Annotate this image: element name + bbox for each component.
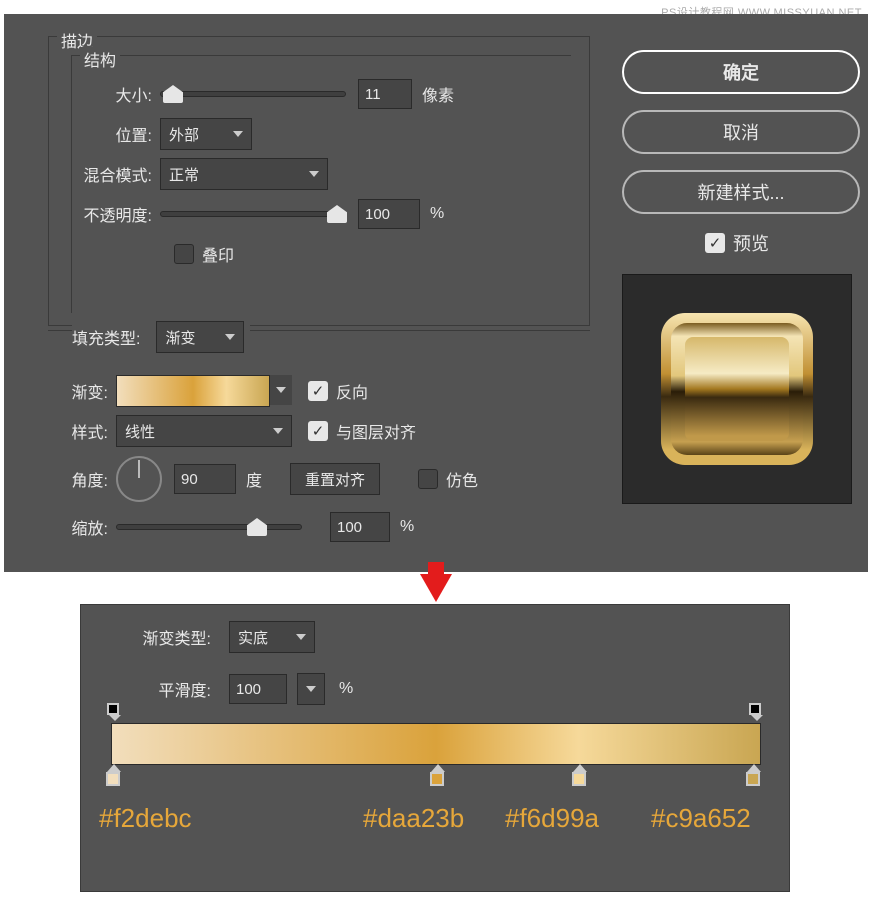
smoothness-dropdown[interactable] [297, 673, 325, 705]
blend-value: 正常 [169, 164, 199, 185]
gradtype-label: 渐变类型: [103, 625, 219, 649]
position-label: 位置: [72, 122, 160, 146]
chevron-down-icon [225, 334, 235, 340]
arrow-down-icon [420, 574, 452, 602]
style-label: 样式: [54, 419, 116, 443]
color-stop[interactable] [430, 764, 446, 786]
angle-unit: 度 [246, 467, 262, 491]
preview-thumbnail [622, 274, 852, 504]
size-label: 大小: [72, 82, 160, 106]
dither-label: 仿色 [446, 467, 486, 491]
gradtype-select[interactable]: 实底 [229, 621, 315, 653]
overprint-label: 叠印 [202, 242, 242, 266]
gradient-editor-panel: 渐变类型: 实底 平滑度: % #f2debc #daa23b #f6d99a … [80, 604, 790, 892]
angle-dial[interactable] [116, 456, 162, 502]
smoothness-label: 平滑度: [103, 677, 219, 701]
opacity-input[interactable] [358, 199, 420, 229]
style-value: 线性 [125, 421, 155, 442]
structure-fieldset: 结构 大小: 像素 位置: 外部 混合模式: 正常 [71, 55, 571, 313]
slider-thumb-icon[interactable] [163, 85, 183, 103]
layer-style-panel: 描边 结构 大小: 像素 位置: 外部 混合模式: [4, 14, 868, 572]
stroke-fieldset: 描边 结构 大小: 像素 位置: 外部 混合模式: [48, 36, 590, 326]
preview-label: 预览 [733, 230, 777, 256]
gradient-bar[interactable] [111, 723, 761, 765]
color-stop[interactable] [106, 764, 122, 786]
chevron-down-icon [306, 686, 316, 692]
blend-label: 混合模式: [72, 162, 160, 186]
align-checkbox[interactable]: ✓ [308, 421, 328, 441]
overprint-checkbox[interactable] [174, 244, 194, 264]
align-label: 与图层对齐 [336, 419, 424, 443]
chevron-down-icon [296, 634, 306, 640]
reset-align-button[interactable]: 重置对齐 [290, 463, 380, 495]
blend-select[interactable]: 正常 [160, 158, 328, 190]
hex-label-2: #daa23b [363, 803, 464, 834]
filltype-value: 渐变 [165, 327, 195, 348]
scale-label: 缩放: [54, 515, 116, 539]
filltype-label: 填充类型: [72, 325, 148, 349]
right-column: 确定 取消 新建样式... ✓ 预览 [622, 50, 860, 504]
slider-thumb-icon[interactable] [247, 518, 267, 536]
cancel-button[interactable]: 取消 [622, 110, 860, 154]
angle-input[interactable] [174, 464, 236, 494]
chevron-down-icon [233, 131, 243, 137]
opacity-unit: % [430, 205, 444, 223]
scale-unit: % [400, 518, 414, 536]
hex-label-3: #f6d99a [505, 803, 599, 834]
chevron-down-icon [273, 428, 283, 434]
angle-label: 角度: [54, 467, 116, 491]
size-slider[interactable] [160, 91, 346, 97]
slider-thumb-icon[interactable] [327, 205, 347, 223]
color-stop[interactable] [572, 764, 588, 786]
chevron-down-icon [309, 171, 319, 177]
hex-label-1: #f2debc [99, 803, 192, 834]
dither-checkbox[interactable] [418, 469, 438, 489]
reverse-checkbox[interactable]: ✓ [308, 381, 328, 401]
gradient-swatch[interactable] [116, 375, 292, 407]
smoothness-input[interactable] [229, 674, 287, 704]
opacity-slider[interactable] [160, 211, 346, 217]
chevron-down-icon [276, 387, 286, 393]
fill-fieldset: 填充类型: 渐变 渐变: ✓ 反向 样式: 线性 ✓ 与图层对齐 [48, 330, 590, 578]
reverse-label: 反向 [336, 379, 376, 403]
preview-checkbox[interactable]: ✓ [705, 233, 725, 253]
position-select[interactable]: 外部 [160, 118, 252, 150]
smoothness-unit: % [339, 680, 353, 698]
style-select[interactable]: 线性 [116, 415, 292, 447]
gradient-label: 渐变: [54, 379, 116, 403]
color-stop[interactable] [746, 764, 762, 786]
position-value: 外部 [169, 124, 199, 145]
new-style-button[interactable]: 新建样式... [622, 170, 860, 214]
scale-slider[interactable] [116, 524, 302, 530]
filltype-select[interactable]: 渐变 [156, 321, 244, 353]
structure-title: 结构 [80, 47, 120, 71]
scale-input[interactable] [330, 512, 390, 542]
ok-button[interactable]: 确定 [622, 50, 860, 94]
size-input[interactable] [358, 79, 412, 109]
opacity-label: 不透明度: [72, 202, 160, 226]
gradtype-value: 实底 [238, 627, 268, 648]
size-unit: 像素 [422, 82, 454, 106]
hex-label-4: #c9a652 [651, 803, 751, 834]
opacity-stop[interactable] [749, 703, 765, 719]
opacity-stop[interactable] [107, 703, 123, 719]
